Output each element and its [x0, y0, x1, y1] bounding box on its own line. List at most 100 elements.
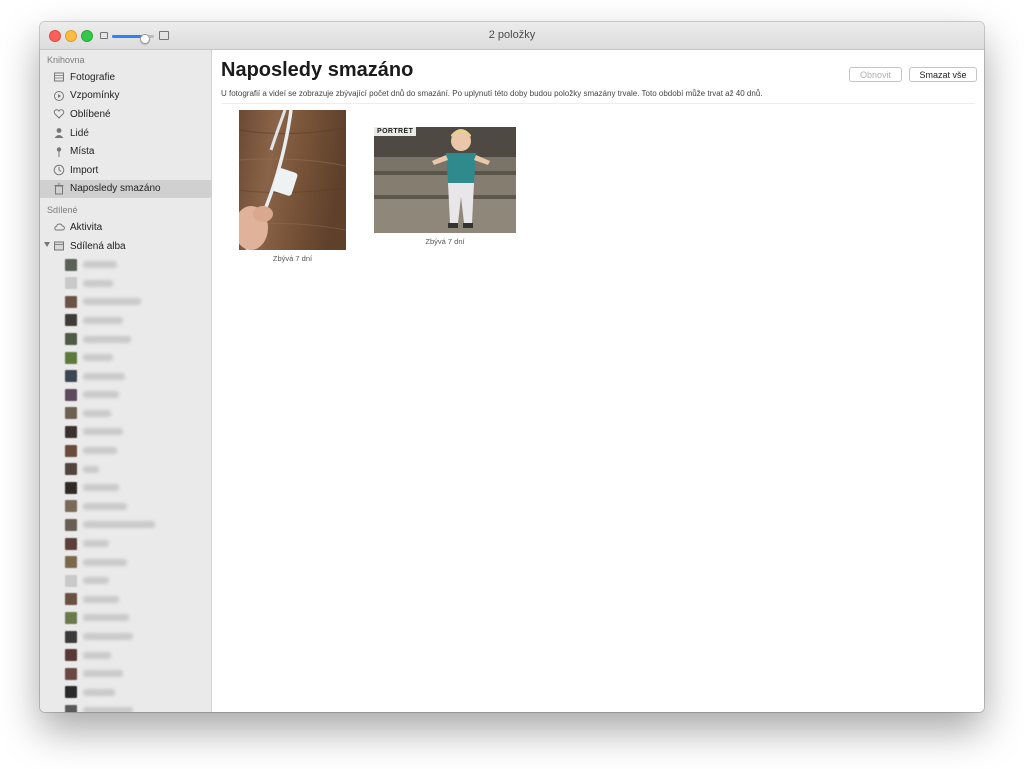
shared-album-item[interactable]: [40, 460, 211, 479]
album-thumbnail: [65, 593, 77, 606]
shared-album-item[interactable]: [40, 627, 211, 646]
sidebar-item-activity[interactable]: Aktivita: [40, 218, 211, 237]
recover-button[interactable]: Obnovit: [849, 67, 902, 82]
album-name-blurred: [83, 502, 127, 510]
sidebar-item-places[interactable]: Místa: [40, 142, 211, 161]
shared-album-item[interactable]: [40, 386, 211, 405]
album-name-blurred: [83, 614, 129, 622]
description-text: U fotografií a videí se zobrazuje zbývaj…: [221, 89, 763, 98]
shared-album-item[interactable]: [40, 590, 211, 609]
sidebar-item-shared-albums[interactable]: Sdílená alba: [40, 237, 211, 256]
photo-thumbnail[interactable]: [239, 110, 346, 250]
shared-album-item[interactable]: [40, 274, 211, 293]
album-name-blurred: [83, 521, 155, 529]
album-name-blurred: [83, 558, 127, 566]
album-thumbnail: [65, 500, 77, 513]
album-thumbnail: [65, 667, 77, 680]
album-thumbnail: [65, 444, 77, 457]
title-bar: 2 položky: [40, 22, 984, 50]
album-thumbnail: [65, 611, 77, 624]
sidebar-item-import[interactable]: Import: [40, 161, 211, 180]
album-name-blurred: [83, 688, 115, 696]
shared-album-list: [40, 255, 211, 712]
album-thumbnail: [65, 425, 77, 438]
shared-album-item[interactable]: [40, 404, 211, 423]
shared-album-item[interactable]: [40, 255, 211, 274]
sidebar-item-label: Sdílená alba: [70, 240, 126, 252]
shared-album-item[interactable]: [40, 702, 211, 712]
shared-album-item[interactable]: [40, 571, 211, 590]
shared-album-item[interactable]: [40, 478, 211, 497]
shared-album-item[interactable]: [40, 423, 211, 442]
album-thumbnail: [65, 686, 77, 699]
sidebar-item-favorites[interactable]: Oblíbené: [40, 105, 211, 124]
portrait-badge: PORTRÉT: [374, 127, 417, 136]
shared-album-item[interactable]: [40, 311, 211, 330]
photos-icon: [53, 71, 65, 83]
sidebar-item-label: Naposledy smazáno: [70, 183, 161, 195]
cable-photo-image: [239, 110, 346, 250]
shared-album-item[interactable]: [40, 330, 211, 349]
days-remaining-label: Zbývá 7 dní: [272, 254, 313, 263]
sidebar-item-recently-deleted[interactable]: Naposledy smazáno: [40, 179, 211, 199]
deleted-item[interactable]: PORTRÉT Zbývá 7 dní: [374, 127, 516, 270]
album-name-blurred: [83, 707, 133, 712]
album-name-blurred: [83, 651, 111, 659]
album-thumbnail: [65, 704, 77, 712]
album-thumbnail: [65, 333, 77, 346]
shared-album-item[interactable]: [40, 646, 211, 665]
sidebar-item-photos[interactable]: Fotografie: [40, 68, 211, 87]
header-divider: [221, 103, 975, 104]
album-thumbnail: [65, 463, 77, 476]
shared-album-item[interactable]: [40, 609, 211, 628]
album-thumbnail: [65, 277, 77, 290]
deleted-item[interactable]: Zbývá 7 dní: [239, 110, 346, 270]
shared-album-item[interactable]: [40, 553, 211, 572]
shared-album-item[interactable]: [40, 497, 211, 516]
shared-album-item[interactable]: [40, 683, 211, 702]
sidebar-item-label: Lidé: [70, 127, 89, 139]
library-heading: Knihovna: [47, 55, 85, 65]
photos-window: 2 položky Knihovna Fotografie Vzpomínky …: [40, 22, 984, 712]
album-thumbnail: [65, 407, 77, 420]
album-name-blurred: [83, 428, 123, 436]
sidebar-item-people[interactable]: Lidé: [40, 124, 211, 143]
delete-all-button[interactable]: Smazat vše: [909, 67, 977, 82]
cloud-icon: [53, 221, 65, 233]
shared-album-item[interactable]: [40, 293, 211, 312]
child-portrait-image: [374, 127, 516, 233]
page-title: Naposledy smazáno: [221, 59, 414, 81]
photo-thumbnail[interactable]: PORTRÉT: [374, 127, 516, 233]
album-name-blurred: [83, 279, 113, 287]
shared-album-item[interactable]: [40, 534, 211, 553]
main-content: Naposledy smazáno Obnovit Smazat vše U f…: [212, 50, 984, 712]
sidebar-item-label: Místa: [70, 146, 95, 158]
album-name-blurred: [83, 335, 131, 343]
disclosure-triangle-icon[interactable]: [44, 241, 50, 247]
album-thumbnail: [65, 649, 77, 662]
shared-album-item[interactable]: [40, 664, 211, 683]
shared-album-item[interactable]: [40, 441, 211, 460]
shared-album-item[interactable]: [40, 367, 211, 386]
shared-album-item[interactable]: [40, 348, 211, 367]
days-remaining-label: Zbývá 7 dní: [425, 237, 465, 246]
sidebar-item-label: Import: [70, 164, 99, 176]
sidebar-item-label: Fotografie: [70, 71, 116, 83]
album-name-blurred: [83, 409, 111, 417]
album-name-blurred: [83, 633, 133, 641]
shared-heading: Sdílené: [47, 205, 78, 216]
album-thumbnail: [65, 351, 77, 364]
album-name-blurred: [83, 540, 109, 548]
album-thumbnail: [65, 481, 77, 494]
memories-icon: [53, 90, 65, 102]
album-thumbnail: [65, 388, 77, 401]
sidebar-item-memories[interactable]: Vzpomínky: [40, 87, 211, 106]
album-thumbnail: [65, 537, 77, 550]
window-title: 2 položky: [488, 29, 536, 41]
sidebar-item-label: Aktivita: [70, 221, 103, 233]
heart-icon: [53, 108, 65, 120]
album-name-blurred: [83, 447, 117, 455]
person-icon: [53, 127, 65, 139]
shared-album-item[interactable]: [40, 516, 211, 535]
sidebar: Knihovna Fotografie Vzpomínky Oblíbené L…: [40, 50, 212, 712]
